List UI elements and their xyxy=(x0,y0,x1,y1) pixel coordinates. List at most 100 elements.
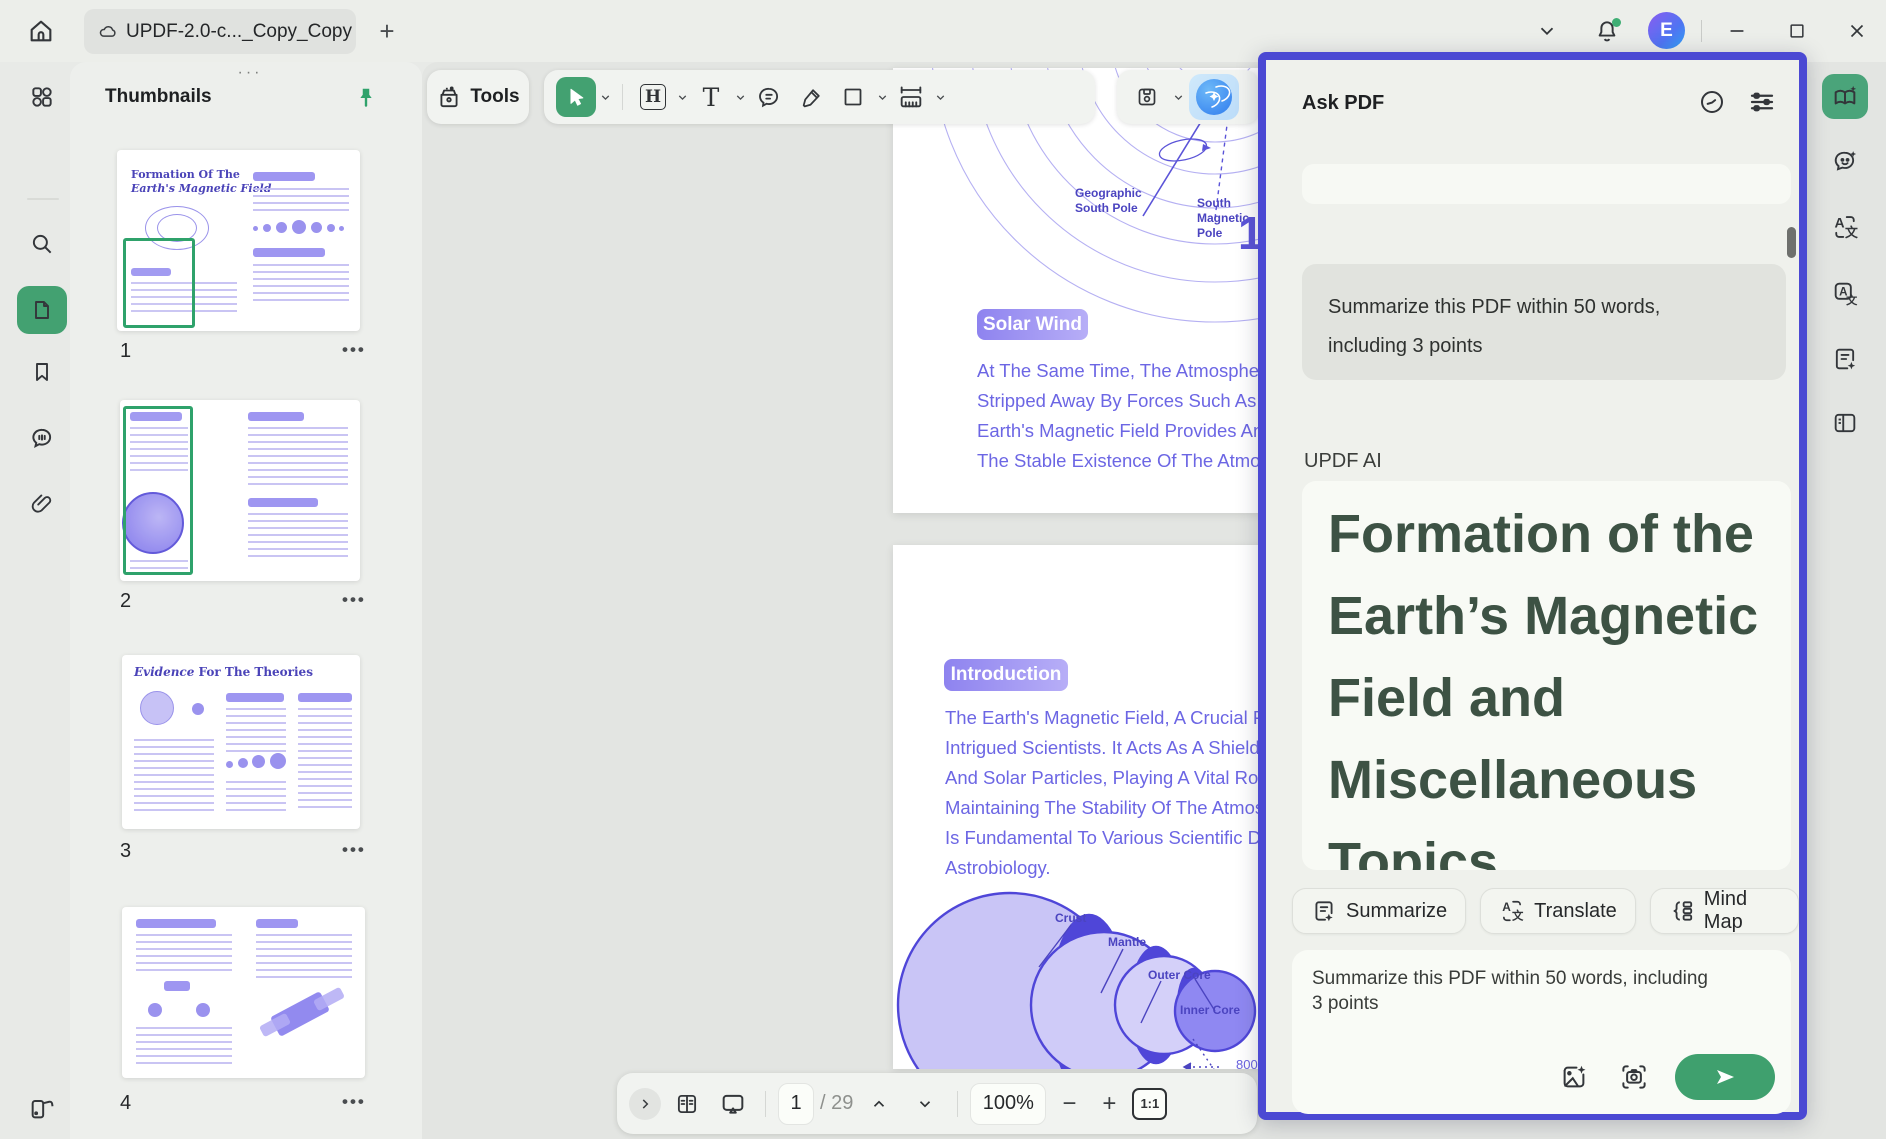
measure-tool-button[interactable] xyxy=(891,77,931,117)
chevron-down-icon xyxy=(1536,20,1558,42)
close-button[interactable] xyxy=(1840,14,1874,48)
zoom-in-button[interactable]: + xyxy=(1092,1090,1126,1118)
bookmarks-button[interactable] xyxy=(17,348,67,396)
actual-size-button[interactable]: 1:1 xyxy=(1132,1088,1167,1120)
highlighter-tool-button[interactable] xyxy=(791,77,831,117)
page-1-menu[interactable]: ••• xyxy=(342,340,366,360)
select-tool-dropdown[interactable] xyxy=(598,77,612,117)
mind-map-button[interactable]: Mind Map xyxy=(1650,888,1799,934)
thumbnail-page-2[interactable] xyxy=(120,400,360,581)
document-tab[interactable]: UPDF-2.0-c..._Copy_Copy xyxy=(84,9,356,54)
history-button[interactable] xyxy=(1694,84,1730,120)
current-page-input[interactable]: 1 xyxy=(778,1083,814,1125)
new-tab-button[interactable]: + xyxy=(372,16,402,46)
attachments-button[interactable] xyxy=(17,480,67,528)
shape-tool-dropdown[interactable] xyxy=(875,77,889,117)
rail-divider xyxy=(27,198,59,200)
page-2-menu[interactable]: ••• xyxy=(342,590,366,610)
pin-panel-button[interactable] xyxy=(348,80,384,116)
shape-tool-button[interactable] xyxy=(833,77,873,117)
user-message-bubble: Summarize this PDF within 50 words, incl… xyxy=(1302,264,1786,380)
save-button[interactable] xyxy=(1127,77,1167,117)
ai-settings-button[interactable] xyxy=(1744,84,1780,120)
tools-button[interactable]: Tools xyxy=(427,70,529,124)
zoom-out-button[interactable]: − xyxy=(1052,1090,1086,1118)
close-icon xyxy=(1846,20,1868,42)
reading-mode-button[interactable] xyxy=(667,1084,707,1124)
viewport-indicator[interactable] xyxy=(123,238,195,328)
thumbnails-panel-button[interactable] xyxy=(17,286,67,334)
tab-title: UPDF-2.0-c..._Copy_Copy xyxy=(126,21,352,43)
viewport-indicator[interactable] xyxy=(123,406,193,575)
thumbnail-page-3[interactable]: Evidence For The Theories xyxy=(122,655,360,829)
pdf-page-bottom[interactable]: Introduction The Earth's Magnetic Field,… xyxy=(893,545,1261,1069)
summarize-document-button[interactable] xyxy=(1822,336,1868,381)
image-sparkle-icon xyxy=(1559,1062,1589,1092)
sliders-icon xyxy=(1747,87,1777,117)
home-button[interactable] xyxy=(22,12,60,50)
save-dropdown[interactable] xyxy=(1171,77,1185,117)
summarize-label: Summarize xyxy=(1346,900,1447,923)
ask-pdf-panel: Ask PDF Summarize this PDF within 50 wor… xyxy=(1258,52,1807,1120)
minimize-button[interactable] xyxy=(1720,14,1754,48)
maximize-button[interactable] xyxy=(1780,14,1814,48)
previous-page-button[interactable] xyxy=(859,1084,899,1124)
chat-sparkle-icon xyxy=(1831,147,1859,175)
chat-input[interactable]: Summarize this PDF within 50 words, incl… xyxy=(1292,950,1791,1114)
ai-chat-button[interactable] xyxy=(1822,138,1868,183)
camera-icon xyxy=(1619,1062,1649,1092)
panel-drag-handle[interactable]: ··· xyxy=(230,64,270,82)
grid-view-button[interactable] xyxy=(17,73,67,121)
expand-bar-button[interactable] xyxy=(629,1088,661,1120)
comments-button[interactable] xyxy=(17,414,67,462)
titlebar-divider xyxy=(1701,20,1702,42)
chevron-up-icon xyxy=(870,1095,888,1113)
page-number-4: 4 xyxy=(120,1092,131,1115)
text-tool-button[interactable]: T xyxy=(691,77,731,117)
collapse-toolbar-button[interactable] xyxy=(1530,14,1564,48)
send-button[interactable] xyxy=(1675,1054,1775,1100)
chat-scrollbar[interactable] xyxy=(1787,227,1796,258)
translate-icon: A文 xyxy=(1499,898,1525,924)
translate-box-icon: A文 xyxy=(1831,279,1859,307)
insert-image-button[interactable] xyxy=(1557,1060,1591,1094)
clock-icon xyxy=(1697,87,1727,117)
updf-app-window: UPDF-2.0-c..._Copy_Copy + E xyxy=(0,0,1886,1139)
translate-button[interactable]: A文 Translate xyxy=(1480,888,1636,934)
thumb4-textlines xyxy=(256,934,352,982)
side-panel-button[interactable] xyxy=(1822,400,1868,445)
thumbnails-panel: ··· Thumbnails Formation Of TheEarth's M… xyxy=(70,62,422,1139)
thumbnail-page-1[interactable]: Formation Of TheEarth's Magnetic Field xyxy=(117,150,360,331)
select-tool-button[interactable] xyxy=(556,77,596,117)
notifications-button[interactable] xyxy=(1590,14,1624,48)
ai-response-card[interactable]: Formation of the Earth’s Magnetic Field … xyxy=(1302,481,1791,870)
screenshot-button[interactable] xyxy=(1617,1060,1651,1094)
heading-tool-button[interactable]: H xyxy=(633,77,673,117)
measure-tool-dropdown[interactable] xyxy=(933,77,947,117)
summarize-button[interactable]: Summarize xyxy=(1292,888,1466,934)
heading-tool-dropdown[interactable] xyxy=(675,77,689,117)
comment-tool-button[interactable] xyxy=(749,77,789,117)
thumb1-dot xyxy=(253,226,258,231)
page-4-menu[interactable]: ••• xyxy=(342,1092,366,1112)
thumb2-textlines xyxy=(248,427,348,485)
updf-ai-button[interactable] xyxy=(1189,74,1239,120)
translate-document-button[interactable]: A文 xyxy=(1822,270,1868,315)
search-button[interactable] xyxy=(17,220,67,268)
book-layout-icon xyxy=(674,1091,700,1117)
presentation-mode-button[interactable] xyxy=(713,1084,753,1124)
thumbnail-page-4[interactable] xyxy=(122,907,365,1078)
next-page-button[interactable] xyxy=(905,1084,945,1124)
page-3-menu[interactable]: ••• xyxy=(342,840,366,860)
quick-actions-row: Summarize A文 Translate Mind Map xyxy=(1266,888,1799,934)
thumb3-textlines xyxy=(226,781,286,813)
theme-switcher-button[interactable] xyxy=(17,1084,67,1132)
translate-page-button[interactable]: A文 xyxy=(1822,204,1868,249)
ask-pdf-tab-button[interactable] xyxy=(1822,74,1868,119)
avatar[interactable]: E xyxy=(1648,12,1685,49)
text-tool-dropdown[interactable] xyxy=(733,77,747,117)
user-message-line1: Summarize this PDF within 50 words, xyxy=(1328,288,1760,327)
zoom-level-input[interactable]: 100% xyxy=(970,1083,1046,1125)
pdf-page-top[interactable]: GeographicSouth Pole SouthMagneticPole 1… xyxy=(893,68,1261,513)
bell-icon xyxy=(1594,18,1620,44)
